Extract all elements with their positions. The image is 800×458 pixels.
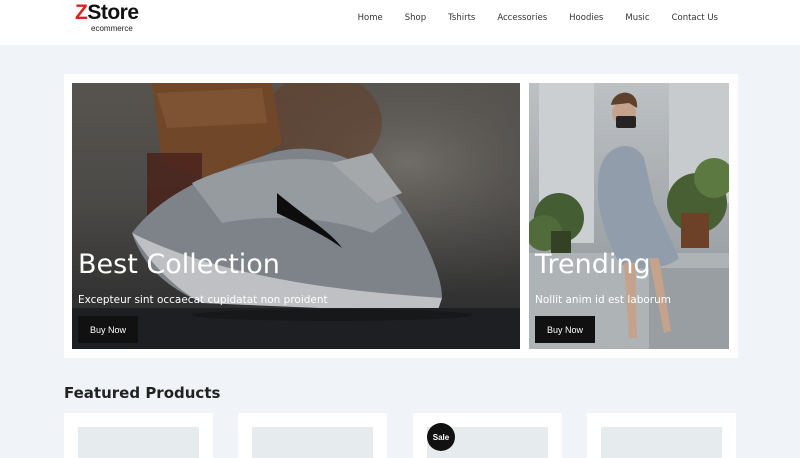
nav-accessories[interactable]: Accessories — [497, 13, 547, 23]
hero-left-subtitle: Excepteur sint occaecat cupidatat non pr… — [78, 294, 328, 306]
hero-section: Best Collection Excepteur sint occaecat … — [64, 74, 738, 358]
sneaker-photo — [72, 83, 520, 349]
product-card[interactable]: Sale — [413, 413, 562, 458]
sneaker-thumbnail — [78, 427, 199, 458]
logo-tagline: ecommerce — [91, 24, 133, 33]
nav-contact-us[interactable]: Contact Us — [672, 13, 718, 23]
woman-camera-photo — [529, 83, 729, 349]
buy-now-button-right[interactable]: Buy Now — [535, 316, 595, 343]
product-card[interactable] — [64, 413, 213, 458]
nav-home[interactable]: Home — [358, 13, 383, 23]
hero-right-subtitle: Nollit anim id est laborum — [535, 294, 672, 306]
nav-hoodies[interactable]: Hoodies — [569, 13, 603, 23]
product-image[interactable] — [78, 427, 199, 458]
logo-wordmark: ZStore — [75, 1, 139, 24]
hero-right-title: Trending — [535, 249, 651, 280]
nav-music[interactable]: Music — [625, 13, 649, 23]
hero-left-title: Best Collection — [78, 249, 280, 280]
shoe-thumbnail — [601, 427, 722, 458]
hero-banner-best-collection[interactable]: Best Collection Excepteur sint occaecat … — [72, 83, 520, 349]
buy-now-button-left[interactable]: Buy Now — [78, 316, 138, 343]
sale-badge: Sale — [427, 423, 455, 451]
store-logo[interactable]: ZStore ecommerce — [75, 2, 139, 33]
product-image[interactable] — [601, 427, 722, 458]
nav-tshirts[interactable]: Tshirts — [448, 13, 475, 23]
site-header: ZStore ecommerce Home Shop Tshirts Acces… — [0, 0, 800, 45]
nav-shop[interactable]: Shop — [405, 13, 426, 23]
product-image[interactable] — [252, 427, 373, 458]
product-card[interactable] — [238, 413, 387, 458]
main-nav: Home Shop Tshirts Accessories Hoodies Mu… — [336, 13, 718, 23]
featured-products-heading: Featured Products — [64, 384, 221, 402]
hero-banner-trending[interactable]: Trending Nollit anim id est laborum Buy … — [529, 83, 729, 349]
product-card[interactable] — [587, 413, 736, 458]
